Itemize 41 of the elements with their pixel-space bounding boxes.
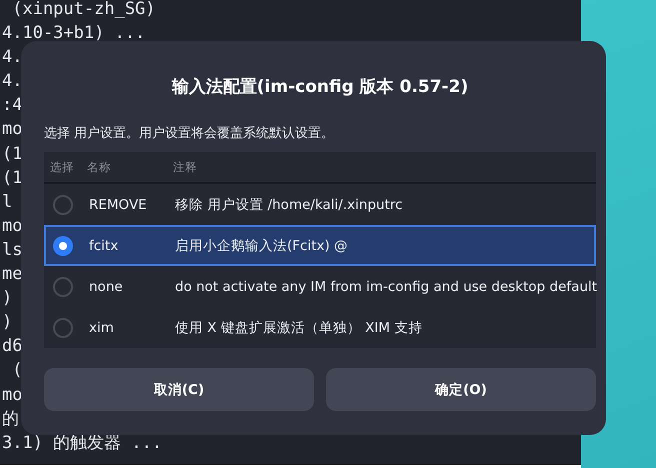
terminal-line: 的 — [2, 408, 19, 431]
terminal-line: ( — [11, 359, 22, 382]
dialog-title: 输入法配置(im-config 版本 0.57-2) — [172, 76, 468, 98]
terminal-line: (xinput-zh_SG) — [11, 0, 156, 21]
table-cell: do not activate any IM from im-config and use desktop default — [175, 278, 598, 294]
terminal-line: d6 — [2, 335, 22, 358]
terminal-line: ) — [2, 311, 12, 334]
radio-button[interactable] — [53, 318, 73, 338]
terminal-line: ) — [2, 287, 12, 310]
terminal-line: 4. — [2, 70, 22, 94]
terminal-line: mo — [2, 214, 22, 238]
terminal-line: mo — [2, 118, 22, 142]
table-row[interactable]: REMOVE 移除 用户设置 /home/kali/.xinputrc — [44, 184, 596, 225]
terminal-line: (1 — [2, 166, 22, 190]
terminal-line: mo — [2, 384, 22, 406]
terminal-line: 4.10-3+b1) ... — [2, 22, 146, 46]
table-cell: xim — [89, 320, 114, 336]
radio-button[interactable] — [53, 194, 73, 214]
table-cell: none — [89, 278, 123, 294]
column-header[interactable]: 名称 — [87, 160, 111, 174]
table-row[interactable]: none do not activate any IM from im-config and use desktop default — [44, 266, 596, 307]
table-row[interactable]: xim 使用 X 键盘扩展激活（单独） XIM 支持 — [44, 307, 596, 348]
terminal-line: (1 — [2, 142, 22, 166]
terminal-line: me — [2, 263, 22, 286]
terminal-line: ls — [2, 238, 22, 262]
terminal-line: 4. — [2, 46, 22, 70]
radio-button[interactable] — [53, 236, 73, 256]
column-header[interactable]: 注释 — [173, 160, 197, 174]
table-cell: fcitx — [89, 238, 118, 254]
terminal-line: l — [2, 190, 12, 214]
ok-button[interactable]: 确定(O) — [326, 368, 596, 411]
table-cell: 启用小企鹅输入法(Fcitx) @ — [175, 236, 348, 254]
table-cell: 移除 用户设置 /home/kali/.xinputrc — [175, 196, 403, 214]
table-row[interactable]: fcitx 启用小企鹅输入法(Fcitx) @ — [44, 225, 596, 266]
radio-button[interactable] — [53, 276, 73, 296]
dialog-description: 选择 用户设置。用户设置将会覆盖系统默认设置。 — [44, 125, 334, 142]
cancel-button[interactable]: 取消(C) — [44, 368, 314, 411]
table-cell: REMOVE — [89, 196, 147, 212]
column-header[interactable]: 选择 — [50, 160, 74, 174]
terminal-line: :4 — [2, 94, 22, 118]
table-cell: 使用 X 键盘扩展激活（单独） XIM 支持 — [175, 318, 422, 336]
